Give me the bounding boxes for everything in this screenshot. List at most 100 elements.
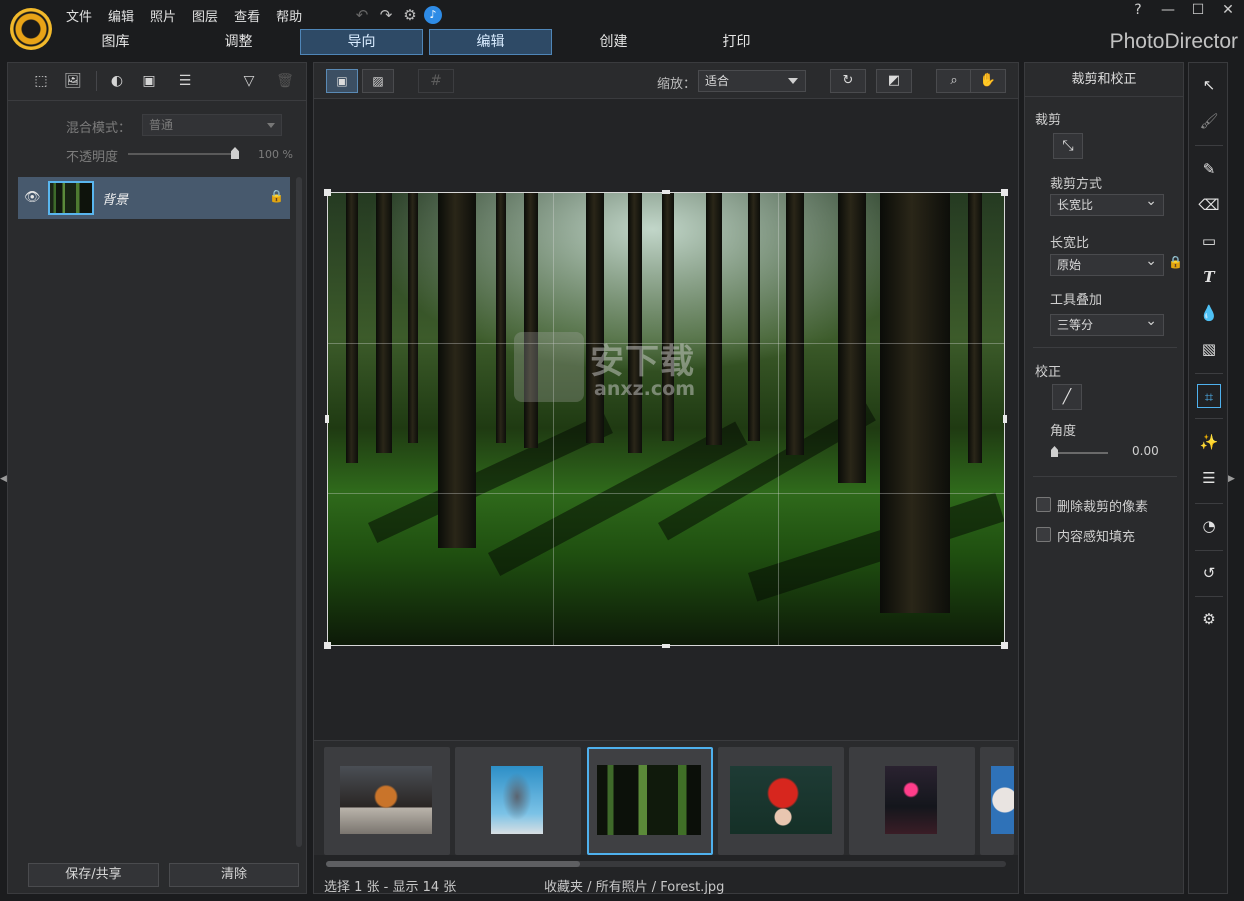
- aspect-ratio-select[interactable]: 原始: [1050, 251, 1164, 276]
- rectangle-tool-icon[interactable]: ▭: [1197, 229, 1221, 253]
- settings-gear-icon[interactable]: ⚙: [1197, 607, 1221, 631]
- add-layer-icon[interactable]: ⬚: [30, 71, 52, 91]
- blend-mode-label: 混合模式：: [66, 121, 132, 136]
- minimize-icon[interactable]: —: [1160, 2, 1176, 18]
- opacity-slider[interactable]: [128, 153, 238, 155]
- collapse-left-icon[interactable]: ◀: [0, 470, 7, 488]
- undo-icon[interactable]: ↶: [352, 5, 372, 25]
- lock-icon[interactable]: 🔒: [269, 189, 284, 203]
- flip-icon[interactable]: ◩: [876, 69, 912, 93]
- adjustments-icon[interactable]: ☰: [1197, 466, 1221, 490]
- tab-edit[interactable]: 编辑: [429, 29, 552, 55]
- zoom-select[interactable]: 适合: [698, 70, 806, 92]
- opacity-label: 不透明度: [66, 150, 119, 165]
- angle-slider[interactable]: [1053, 452, 1108, 454]
- layer-name: 背景: [102, 193, 129, 208]
- clear-button[interactable]: 清除: [169, 863, 299, 887]
- film-item-selected[interactable]: [587, 747, 713, 855]
- crop-method-select[interactable]: 长宽比: [1050, 191, 1164, 216]
- tab-create[interactable]: 创建: [552, 29, 675, 55]
- overlay-select[interactable]: 三等分: [1050, 311, 1164, 336]
- collapse-right-icon[interactable]: ▶: [1228, 470, 1238, 488]
- menu-file[interactable]: 文件: [58, 4, 100, 26]
- canvas[interactable]: 安下载 anxz.com: [314, 100, 1018, 740]
- crop-handle-bottom-right[interactable]: [1001, 642, 1008, 649]
- text-tool-icon[interactable]: T: [1197, 265, 1221, 289]
- film-item[interactable]: [718, 747, 844, 855]
- crop-handle-bottom-left[interactable]: [324, 642, 331, 649]
- filmstrip-scroll-thumb[interactable]: [326, 861, 580, 867]
- help-icon[interactable]: ?: [1130, 2, 1146, 18]
- content-aware-checkbox[interactable]: [1036, 527, 1051, 542]
- layers-scrollbar[interactable]: [296, 177, 302, 847]
- redo-icon[interactable]: ↷: [376, 5, 396, 25]
- content-aware-label: 内容感知填充: [1057, 530, 1136, 545]
- crop-handle-top-right[interactable]: [1001, 189, 1008, 196]
- tab-library[interactable]: 图库: [54, 29, 177, 55]
- tab-print[interactable]: 打印: [675, 29, 798, 55]
- film-item[interactable]: [980, 747, 1014, 855]
- brush-tool-icon[interactable]: ✎: [1197, 157, 1221, 181]
- maximize-icon[interactable]: ☐: [1190, 2, 1206, 18]
- tab-adjust[interactable]: 调整: [177, 29, 300, 55]
- crop-frame[interactable]: [324, 189, 1008, 649]
- layer-row-background[interactable]: 👁 背景 🔒: [18, 177, 290, 219]
- delete-cropped-checkbox[interactable]: [1036, 497, 1051, 512]
- eye-icon[interactable]: 👁: [24, 190, 41, 206]
- eraser-tool-icon[interactable]: ⌫: [1197, 193, 1221, 217]
- tab-guided[interactable]: 导向: [300, 29, 423, 55]
- settings-icon[interactable]: ⚙: [400, 5, 420, 25]
- crop-handle-top-left[interactable]: [324, 189, 331, 196]
- watermark: 安下载 anxz.com: [514, 328, 724, 406]
- grid-icon[interactable]: #: [418, 69, 454, 93]
- transform-icon[interactable]: ↺: [1197, 561, 1221, 585]
- crop-handle-left[interactable]: [325, 415, 329, 423]
- layer-thumbnail: [48, 181, 94, 215]
- angle-label: 角度: [1050, 424, 1077, 439]
- filter-icon[interactable]: ▽: [238, 71, 260, 91]
- brush-presets-icon[interactable]: 🖌: [1197, 109, 1221, 133]
- menu-photo[interactable]: 照片: [142, 4, 184, 26]
- thumbnail-red-leaf: [730, 766, 832, 834]
- film-item[interactable]: [455, 747, 581, 855]
- aspect-lock-icon[interactable]: 🔒: [1168, 255, 1183, 269]
- color-icon[interactable]: ◔: [1197, 514, 1221, 538]
- menu-view[interactable]: 查看: [226, 4, 268, 26]
- crop-handle-top[interactable]: [662, 190, 670, 194]
- layer-options-icon[interactable]: ☰: [174, 71, 196, 91]
- magic-wand-icon[interactable]: ✨: [1197, 430, 1221, 454]
- adjustment-layer-icon[interactable]: ◐: [106, 71, 128, 91]
- paint-bucket-icon[interactable]: 💧: [1197, 301, 1221, 325]
- quick-actions: ↶ ↷ ⚙ ♪: [352, 4, 442, 26]
- hand-tool-icon[interactable]: ✋: [970, 69, 1006, 93]
- mask-icon[interactable]: ▣: [138, 71, 160, 91]
- blend-mode-select[interactable]: 普通: [142, 114, 282, 136]
- app-logo[interactable]: [10, 8, 52, 50]
- thumbnail-clouds: [991, 766, 1014, 834]
- single-view-icon[interactable]: ▣: [326, 69, 358, 93]
- compare-view-icon[interactable]: ▨: [362, 69, 394, 93]
- crop-icon[interactable]: ⤡: [1053, 133, 1083, 159]
- film-item[interactable]: [324, 747, 450, 855]
- zoom-tool-icon[interactable]: ⌕: [936, 69, 972, 93]
- crop-handle-bottom[interactable]: [662, 644, 670, 648]
- status-bar: 选择 1 张 - 显示 14 张 收藏夹 / 所有照片 / Forest.jpg: [314, 874, 1018, 895]
- crop-handle-right[interactable]: [1003, 415, 1007, 423]
- straighten-icon[interactable]: ╱: [1052, 384, 1082, 410]
- notification-icon[interactable]: ♪: [424, 6, 442, 24]
- delete-layer-icon[interactable]: 🗑: [274, 71, 296, 91]
- menu-edit[interactable]: 编辑: [100, 4, 142, 26]
- opacity-slider-thumb[interactable]: [231, 147, 239, 159]
- rotate-icon[interactable]: ↻: [830, 69, 866, 93]
- angle-slider-thumb[interactable]: [1051, 446, 1058, 457]
- save-share-button[interactable]: 保存/共享: [28, 863, 159, 887]
- film-item[interactable]: [849, 747, 975, 855]
- gradient-tool-icon[interactable]: ▧: [1197, 337, 1221, 361]
- crop-tool-icon[interactable]: ⌗: [1197, 384, 1221, 408]
- close-icon[interactable]: ✕: [1220, 2, 1236, 18]
- panel-title: 裁剪和校正: [1025, 63, 1183, 97]
- menu-help[interactable]: 帮助: [268, 4, 310, 26]
- menu-layer[interactable]: 图层: [184, 4, 226, 26]
- add-image-layer-icon[interactable]: 🖼: [62, 71, 84, 91]
- select-tool-icon[interactable]: ↖: [1197, 73, 1221, 97]
